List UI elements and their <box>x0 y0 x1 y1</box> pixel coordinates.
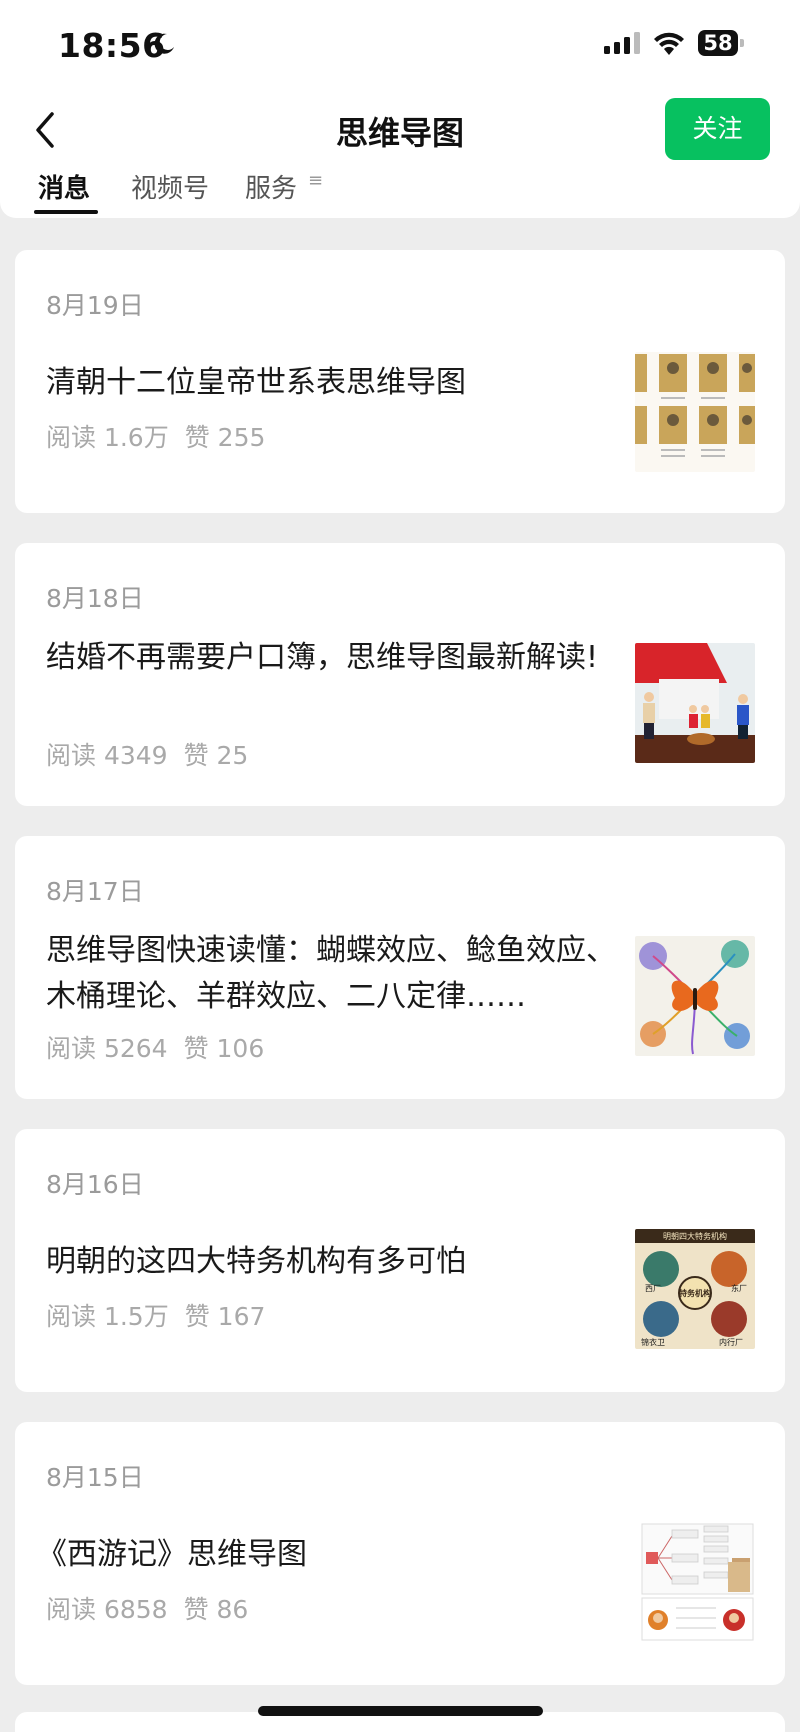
follow-button[interactable]: 关注 <box>665 98 770 160</box>
article-date: 8月18日 <box>46 584 144 613</box>
read-count: 阅读 1.5万 <box>46 1302 169 1331</box>
article-title[interactable]: 明朝的这四大特务机构有多可怕 <box>46 1239 626 1285</box>
thumb-heading: 明朝四大特务机构 <box>663 1231 727 1241</box>
thumb-east-label: 东厂 <box>731 1283 747 1293</box>
read-count: 阅读 5264 <box>46 1034 168 1063</box>
thumb-br-label: 内行厂 <box>719 1337 743 1347</box>
status-bar: 18:56 58 <box>0 0 800 90</box>
thumb-bl-label: 锦衣卫 <box>641 1337 665 1347</box>
tab-active-indicator <box>34 210 98 214</box>
read-count: 阅读 1.6万 <box>46 423 169 452</box>
article-date: 8月16日 <box>46 1170 144 1199</box>
header: 思维导图 关注 消息 视频号 服务 ≡ <box>0 90 800 218</box>
battery-icon: 58 <box>698 30 744 56</box>
like-count: 赞 86 <box>183 1595 249 1624</box>
like-count: 赞 255 <box>184 423 266 452</box>
article-card[interactable]: 8月18日 结婚不再需要户口簿，思维导图最新解读! 阅读 4349 赞 25 <box>15 543 785 806</box>
wifi-icon <box>654 32 684 55</box>
battery-level: 58 <box>698 30 738 56</box>
article-stats: 阅读 1.5万赞 167 <box>46 1297 265 1333</box>
article-title[interactable]: 思维导图快速读懂：蝴蝶效应、鲶鱼效应、木桶理论、羊群效应、二八定律…… <box>46 928 626 1020</box>
thumb-center-label: 特务机构 <box>679 1288 711 1298</box>
read-count: 阅读 6858 <box>46 1595 168 1624</box>
article-title[interactable]: 结婚不再需要户口簿，思维导图最新解读! <box>46 635 626 681</box>
like-count: 赞 106 <box>183 1034 265 1063</box>
article-title[interactable]: 清朝十二位皇帝世系表思维导图 <box>46 360 626 406</box>
article-stats: 阅读 1.6万赞 255 <box>46 418 265 454</box>
tab-services[interactable]: 服务 <box>245 168 297 205</box>
status-time: 18:56 <box>58 26 166 65</box>
read-count: 阅读 4349 <box>46 741 168 770</box>
cellular-signal-icon <box>604 32 640 54</box>
like-count: 赞 167 <box>184 1302 266 1331</box>
article-date: 8月17日 <box>46 877 144 906</box>
tab-messages[interactable]: 消息 <box>38 168 90 205</box>
menu-icon[interactable]: ≡ <box>308 170 323 191</box>
article-thumbnail[interactable] <box>635 936 755 1056</box>
article-thumbnail[interactable] <box>635 352 755 472</box>
article-stats: 阅读 5264 赞 106 <box>46 1029 264 1065</box>
article-thumbnail[interactable] <box>640 1522 755 1642</box>
article-thumbnail[interactable] <box>635 643 755 763</box>
article-thumbnail[interactable]: 明朝四大特务机构 特务机构 西厂 东厂 锦衣卫 内行厂 <box>635 1229 755 1349</box>
home-indicator[interactable] <box>258 1706 543 1716</box>
article-card[interactable]: 8月16日 明朝的这四大特务机构有多可怕 阅读 1.5万赞 167 明朝四大特务… <box>15 1129 785 1392</box>
article-stats: 阅读 6858 赞 86 <box>46 1590 248 1626</box>
article-title[interactable]: 《西游记》思维导图 <box>37 1532 617 1578</box>
article-stats: 阅读 4349 赞 25 <box>46 736 248 772</box>
moon-icon <box>154 33 174 54</box>
article-card[interactable]: 8月19日 清朝十二位皇帝世系表思维导图 阅读 1.6万赞 255 <box>15 250 785 513</box>
article-card[interactable]: 8月15日 《西游记》思维导图 阅读 6858 赞 86 <box>15 1422 785 1685</box>
article-date: 8月19日 <box>46 291 144 320</box>
tab-channels[interactable]: 视频号 <box>131 168 209 205</box>
like-count: 赞 25 <box>183 741 249 770</box>
article-date: 8月15日 <box>46 1463 144 1492</box>
article-card[interactable]: 8月17日 思维导图快速读懂：蝴蝶效应、鲶鱼效应、木桶理论、羊群效应、二八定律…… <box>15 836 785 1099</box>
thumb-west-label: 西厂 <box>645 1284 661 1293</box>
